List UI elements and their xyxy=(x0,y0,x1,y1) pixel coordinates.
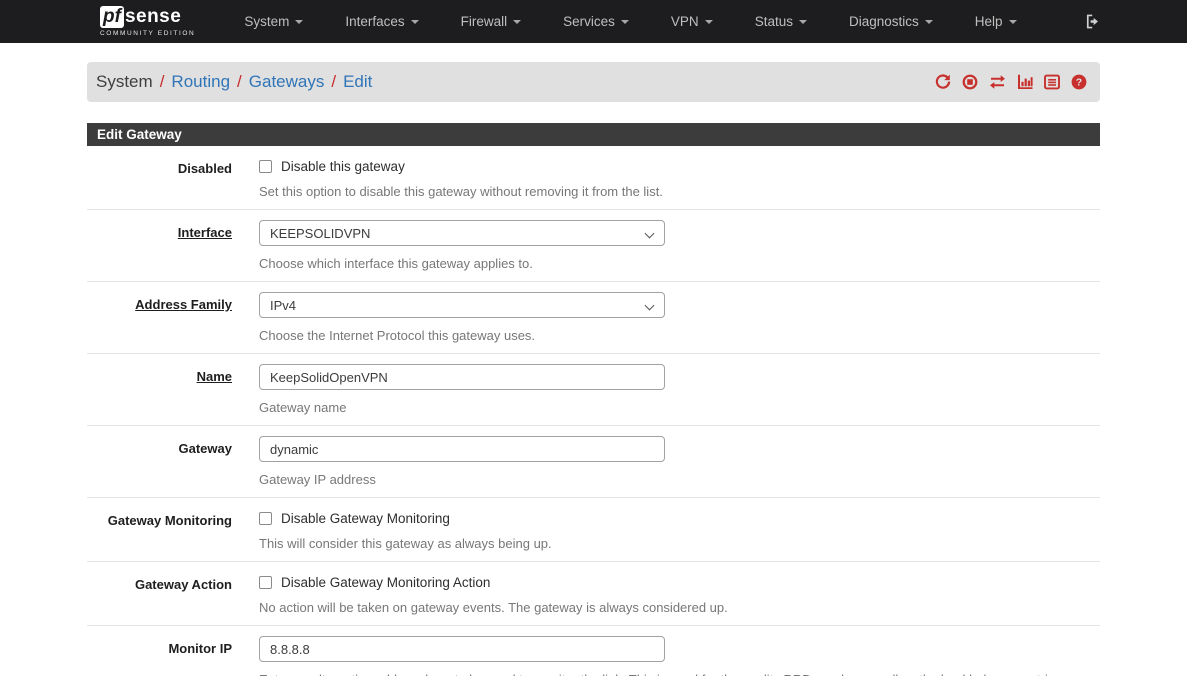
nav-item-diagnostics[interactable]: Diagnostics xyxy=(828,0,954,43)
sign-out-icon[interactable] xyxy=(1084,13,1101,30)
caret-down-icon xyxy=(411,20,419,24)
field-help: Gateway IP address xyxy=(259,471,1088,488)
field-label: Name xyxy=(87,364,232,416)
form-row-address-family: Address Family IPv4 Choose the Internet … xyxy=(87,282,1100,354)
breadcrumb-separator: / xyxy=(331,72,336,92)
breadcrumb-link-routing[interactable]: Routing xyxy=(171,72,230,92)
svg-text:?: ? xyxy=(1076,77,1082,89)
chevron-down-icon xyxy=(645,301,655,311)
pfsense-logo[interactable]: pf sense COMMUNITY EDITION xyxy=(100,6,195,38)
nav-item-system[interactable]: System xyxy=(223,0,324,43)
select-value: KEEPSOLIDVPN xyxy=(270,226,370,241)
field-label: Interface xyxy=(87,220,232,272)
breadcrumb-link-edit[interactable]: Edit xyxy=(343,72,372,92)
checkbox-label: Disable this gateway xyxy=(281,159,405,174)
form-row-gateway-action: Gateway Action Disable Gateway Monitorin… xyxy=(87,562,1100,626)
caret-down-icon xyxy=(621,20,629,24)
field-help: Gateway name xyxy=(259,399,1088,416)
breadcrumb-link-gateways[interactable]: Gateways xyxy=(249,72,325,92)
interface-select[interactable]: KEEPSOLIDVPN xyxy=(259,220,665,246)
select-value: IPv4 xyxy=(270,298,296,313)
gateway-input[interactable] xyxy=(259,436,665,462)
edit-gateway-form: Disabled Disable this gateway Set this o… xyxy=(87,146,1100,676)
nav-item-vpn[interactable]: VPN xyxy=(650,0,734,43)
form-row-gateway-monitoring: Gateway Monitoring Disable Gateway Monit… xyxy=(87,498,1100,562)
logo-pf-text: pf xyxy=(103,6,121,27)
logo-edition-text: COMMUNITY EDITION xyxy=(100,31,195,38)
field-help: Set this option to disable this gateway … xyxy=(259,183,1088,200)
breadcrumb-separator: / xyxy=(237,72,242,92)
exchange-icon[interactable] xyxy=(988,73,1007,91)
caret-down-icon xyxy=(295,20,303,24)
nav-item-firewall[interactable]: Firewall xyxy=(440,0,543,43)
top-navbar: pf sense COMMUNITY EDITION System Interf… xyxy=(0,0,1187,43)
disable-gateway-monitoring-checkbox[interactable] xyxy=(259,512,272,525)
field-help: This will consider this gateway as alway… xyxy=(259,535,1088,552)
nav-menu: System Interfaces Firewall Services VPN … xyxy=(223,0,1037,43)
field-label: Address Family xyxy=(87,292,232,344)
bar-chart-icon[interactable] xyxy=(1016,73,1034,91)
form-row-interface: Interface KEEPSOLIDVPN Choose which inte… xyxy=(87,210,1100,282)
form-row-gateway: Gateway Gateway IP address xyxy=(87,426,1100,498)
field-label: Gateway Action xyxy=(87,572,232,616)
nav-item-help[interactable]: Help xyxy=(954,0,1038,43)
field-help: Choose the Internet Protocol this gatewa… xyxy=(259,327,1088,344)
stop-circle-icon[interactable] xyxy=(961,73,979,91)
caret-down-icon xyxy=(705,20,713,24)
field-label: Monitor IP xyxy=(87,636,232,676)
disable-gateway-action-checkbox[interactable] xyxy=(259,576,272,589)
breadcrumb-item-system: System xyxy=(96,72,153,92)
form-row-monitor-ip: Monitor IP Enter an alternative address … xyxy=(87,626,1100,676)
field-label: Gateway xyxy=(87,436,232,488)
field-help: No action will be taken on gateway event… xyxy=(259,599,1088,616)
nav-item-status[interactable]: Status xyxy=(734,0,828,43)
checkbox-label: Disable Gateway Monitoring xyxy=(281,511,450,526)
panel-title: Edit Gateway xyxy=(87,123,1100,146)
logo-sense-text: sense xyxy=(125,7,181,26)
form-row-disabled: Disabled Disable this gateway Set this o… xyxy=(87,146,1100,210)
breadcrumb-separator: / xyxy=(160,72,165,92)
monitor-ip-input[interactable] xyxy=(259,636,665,662)
help-icon[interactable]: ? xyxy=(1070,73,1088,91)
field-label: Gateway Monitoring xyxy=(87,508,232,552)
field-help: Enter an alternative address here to be … xyxy=(259,671,1088,676)
caret-down-icon xyxy=(1009,20,1017,24)
list-icon[interactable] xyxy=(1043,73,1061,91)
chevron-down-icon xyxy=(645,229,655,239)
breadcrumb: System / Routing / Gateways / Edit xyxy=(96,72,372,92)
form-row-name: Name Gateway name xyxy=(87,354,1100,426)
page-toolbar: ? xyxy=(934,73,1088,91)
breadcrumb-bar: System / Routing / Gateways / Edit xyxy=(87,62,1100,102)
address-family-select[interactable]: IPv4 xyxy=(259,292,665,318)
disable-gateway-checkbox[interactable] xyxy=(259,160,272,173)
nav-item-interfaces[interactable]: Interfaces xyxy=(324,0,439,43)
caret-down-icon xyxy=(799,20,807,24)
refresh-icon[interactable] xyxy=(934,73,952,91)
nav-item-services[interactable]: Services xyxy=(542,0,650,43)
caret-down-icon xyxy=(513,20,521,24)
checkbox-label: Disable Gateway Monitoring Action xyxy=(281,575,490,590)
name-input[interactable] xyxy=(259,364,665,390)
field-help: Choose which interface this gateway appl… xyxy=(259,255,1088,272)
field-label: Disabled xyxy=(87,156,232,200)
caret-down-icon xyxy=(925,20,933,24)
